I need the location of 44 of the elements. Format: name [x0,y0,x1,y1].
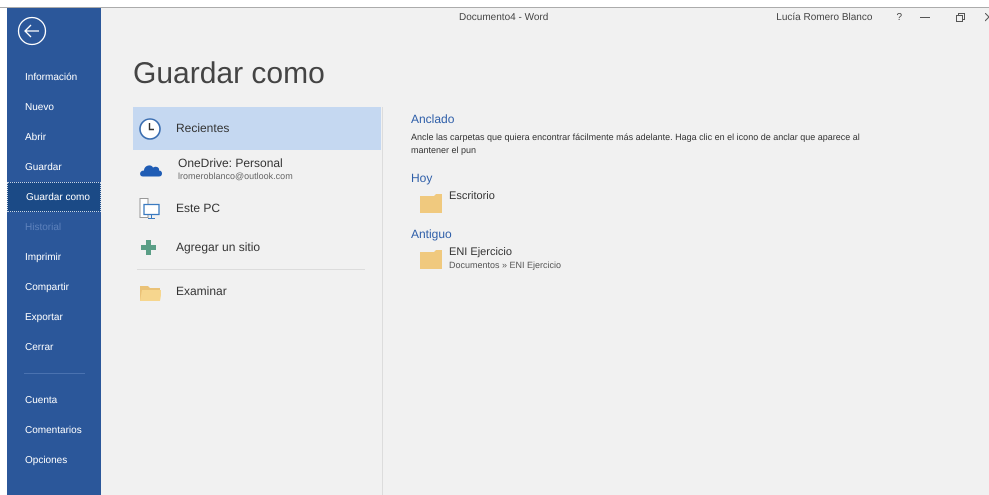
place-label: Agregar un sitio [176,240,260,255]
place-item[interactable]: Este PC [133,189,381,228]
back-icon[interactable] [17,16,47,46]
folder-item[interactable]: Escritorio [420,190,866,213]
section-heading: Hoy [411,170,432,187]
folder-icon [420,249,442,269]
folder-path: Documentos » ENI Ejercicio [449,260,562,271]
sidebar-item[interactable]: Nuevo [7,92,101,122]
sidebar-item[interactable]: Cuenta [7,385,101,415]
sidebar-item[interactable]: Guardar como [7,182,101,212]
pinned-hint: Ancle las carpetas que quiera encontrar fácilmente más adelante. Haga clic en el icono de anclar que aparece al mantener el pun [411,131,861,157]
sidebar-item[interactable]: Compartir [7,272,101,302]
folder-item[interactable]: ENI Ejercicio Documentos » ENI Ejercicio [420,246,866,271]
sidebar-item[interactable]: Cerrar [7,332,101,362]
place-label: Este PC [176,201,220,216]
sidebar-item[interactable]: Comentarios [7,415,101,445]
sidebar-item[interactable]: Abrir [7,122,101,152]
sidebar-item[interactable]: Guardar [7,152,101,182]
place-label: OneDrive: Personal [178,156,284,172]
account-email: lromeroblanco@outlook.com [178,171,293,183]
user-name: Lucía Romero Blanco [776,10,872,24]
computer-icon [139,198,161,220]
place-label: Recientes [176,121,230,136]
place-item[interactable]: Agregar un sitio [133,228,381,267]
page-title: Guardar como [133,59,325,89]
place-item[interactable]: OneDrive: Personal lromeroblanco@outlook.com [133,150,381,189]
sidebar-item[interactable]: Información [7,62,101,92]
section-heading: Antiguo [411,226,452,243]
help-button[interactable]: ? [894,10,904,24]
clock-icon [139,118,161,140]
section-heading: Anclado [411,111,454,128]
sidebar-item[interactable]: Imprimir [7,242,101,272]
place-item[interactable]: Recientes [133,107,381,150]
window-title: Documento4 - Word [459,10,548,24]
place-label: Examinar [176,284,227,299]
folder-name: Escritorio [449,190,495,204]
sidebar-item[interactable]: Exportar [7,302,101,332]
restore-icon[interactable] [956,12,965,22]
folder-name: ENI Ejercicio [449,246,513,260]
sidebar-item[interactable]: Opciones [7,445,101,475]
place-item[interactable]: Examinar [133,272,381,311]
cloud-icon [139,162,163,176]
close-icon[interactable] [985,12,989,22]
folder-icon [420,193,442,213]
